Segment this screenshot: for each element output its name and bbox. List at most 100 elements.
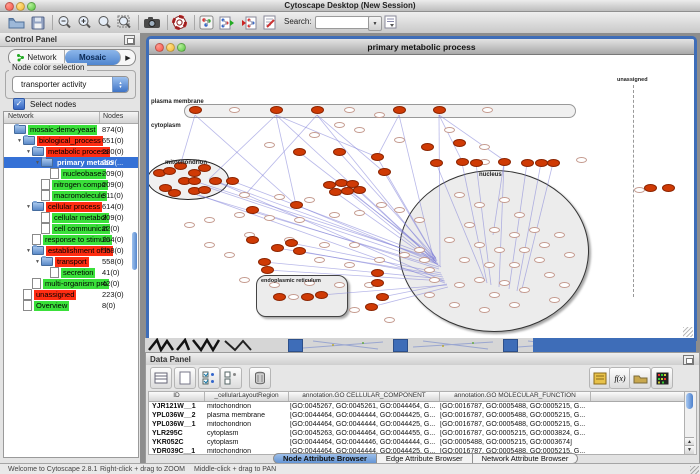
network-node[interactable] (290, 201, 303, 209)
network-node[interactable] (456, 158, 469, 166)
network-node-small[interactable] (519, 287, 530, 293)
network-node-small[interactable] (444, 237, 455, 243)
network-node-small[interactable] (539, 242, 550, 248)
network-node[interactable] (644, 184, 657, 192)
network-node-small[interactable] (264, 142, 275, 148)
table-column-header[interactable]: annotation.GO MOLECULAR_FUNCTION (440, 392, 591, 401)
network-edge[interactable] (436, 163, 485, 281)
network-node-small[interactable] (374, 112, 385, 118)
network-edge[interactable] (180, 115, 195, 166)
network-node[interactable] (470, 159, 483, 167)
network-edge[interactable] (384, 172, 437, 261)
network-node[interactable] (521, 159, 534, 167)
network-node-small[interactable] (454, 282, 465, 288)
network-node-small[interactable] (529, 227, 540, 233)
network-node-small[interactable] (424, 292, 435, 298)
network-node-small[interactable] (429, 277, 440, 283)
network-node[interactable] (378, 168, 391, 176)
network-node-small[interactable] (314, 257, 325, 263)
network-node-small[interactable] (474, 242, 485, 248)
snapshot-camera-icon[interactable] (143, 14, 161, 31)
float-data-panel-icon[interactable] (683, 355, 694, 365)
network-node[interactable] (246, 206, 259, 214)
network-edge[interactable] (335, 192, 441, 267)
attribute-select-icon[interactable] (150, 367, 172, 389)
table-row[interactable]: YLR295Ccytoplasm[GO:0045263, GO:0044464,… (149, 429, 687, 438)
network-edge[interactable] (382, 284, 447, 297)
network-node-small[interactable] (294, 217, 305, 223)
network-node-small[interactable] (224, 252, 235, 258)
network-node[interactable] (301, 293, 314, 301)
network-node[interactable] (271, 244, 284, 252)
network-node[interactable] (198, 186, 211, 194)
network-node[interactable] (371, 153, 384, 161)
tree-row[interactable]: Overview8(0) (4, 300, 138, 311)
table-row[interactable]: YJR121W__1mitochondrion[GO:0045267, GO:0… (149, 402, 687, 411)
network-edge[interactable] (299, 152, 435, 257)
network-node-small[interactable] (534, 257, 545, 263)
table-row[interactable]: YPL036W__2plasma membrane[GO:0044464, GO… (149, 411, 687, 420)
tree-row[interactable]: response to stimulu264(0) (4, 234, 138, 245)
network-edge[interactable] (399, 115, 434, 261)
network-node-small[interactable] (509, 262, 520, 268)
network-node-small[interactable] (494, 247, 505, 253)
network-edge[interactable] (439, 115, 462, 161)
table-row[interactable]: YKR052Ccytoplasm[GO:0044464, GO:0044446,… (149, 438, 687, 447)
table-column-header[interactable]: ID (149, 392, 205, 401)
network-node-small[interactable] (349, 307, 360, 313)
network-node-small[interactable] (474, 202, 485, 208)
network-node-small[interactable] (499, 197, 510, 203)
network-node[interactable] (371, 269, 384, 277)
network-node[interactable] (453, 139, 466, 147)
network-edge[interactable] (317, 115, 384, 172)
tree-row[interactable]: mosaic-demo-yeast874(0) (4, 124, 138, 135)
network-node[interactable] (498, 158, 511, 166)
node-color-combobox[interactable]: transporter activity ▲▼ (12, 76, 129, 93)
network-node-small[interactable] (319, 242, 330, 248)
network-edge[interactable] (245, 115, 317, 195)
network-node-small[interactable] (424, 267, 435, 273)
network-node-small[interactable] (304, 197, 315, 203)
network-node-small[interactable] (239, 277, 250, 283)
save-icon[interactable] (31, 14, 45, 31)
tree-row[interactable]: unassigned223(0) (4, 289, 138, 300)
tree-row[interactable]: nucleobase-209(0) (4, 168, 138, 179)
network-node-small[interactable] (394, 207, 405, 213)
zoom-in-icon[interactable] (77, 14, 92, 31)
network-node-small[interactable] (454, 192, 465, 198)
new-attribute-icon[interactable] (174, 367, 196, 389)
attribute-table[interactable]: ID_cellularLayoutRegionannotation.GO CEL… (148, 391, 688, 455)
network-edge[interactable] (276, 115, 377, 157)
network-node-small[interactable] (549, 297, 560, 303)
network-node-small[interactable] (354, 127, 365, 133)
app-resize-grip[interactable] (690, 466, 699, 474)
zoom-out-icon[interactable] (57, 14, 72, 31)
network-node[interactable] (393, 106, 406, 114)
network-node[interactable] (311, 106, 324, 114)
tree-row[interactable]: nitrogen compo209(0) (4, 179, 138, 190)
network-node-small[interactable] (344, 262, 355, 268)
tree-row[interactable]: ▼primary metabo209(... (4, 157, 138, 168)
network-node-small[interactable] (509, 232, 520, 238)
network-node-small[interactable] (509, 302, 520, 308)
attribute-batch-icon[interactable] (589, 367, 611, 389)
network-node[interactable] (376, 293, 389, 301)
network-node-small[interactable] (544, 272, 555, 278)
tree-row[interactable]: ▼cellular process614(0) (4, 201, 138, 212)
network-node-small[interactable] (514, 212, 525, 218)
network-node[interactable] (246, 236, 259, 244)
network-node-small[interactable] (329, 212, 340, 218)
tree-row[interactable]: ▼biological_process651(0) (4, 135, 138, 146)
tree-row[interactable]: secretion41(0) (4, 267, 138, 278)
network-node[interactable] (273, 293, 286, 301)
table-scrollbar-thumb[interactable] (686, 393, 693, 409)
network-edge[interactable] (509, 163, 527, 289)
network-node-small[interactable] (459, 257, 470, 263)
unselect-all-attributes-icon[interactable] (220, 367, 242, 389)
network-node-small[interactable] (384, 317, 395, 323)
table-row[interactable]: YPL036W__1mitochondrion[GO:0044464, GO:0… (149, 420, 687, 429)
network-node-small[interactable] (519, 247, 530, 253)
select-all-attributes-icon[interactable] (198, 367, 220, 389)
vizmapper-icon[interactable] (199, 14, 214, 31)
tree-row[interactable]: cell communicat22(0) (4, 223, 138, 234)
